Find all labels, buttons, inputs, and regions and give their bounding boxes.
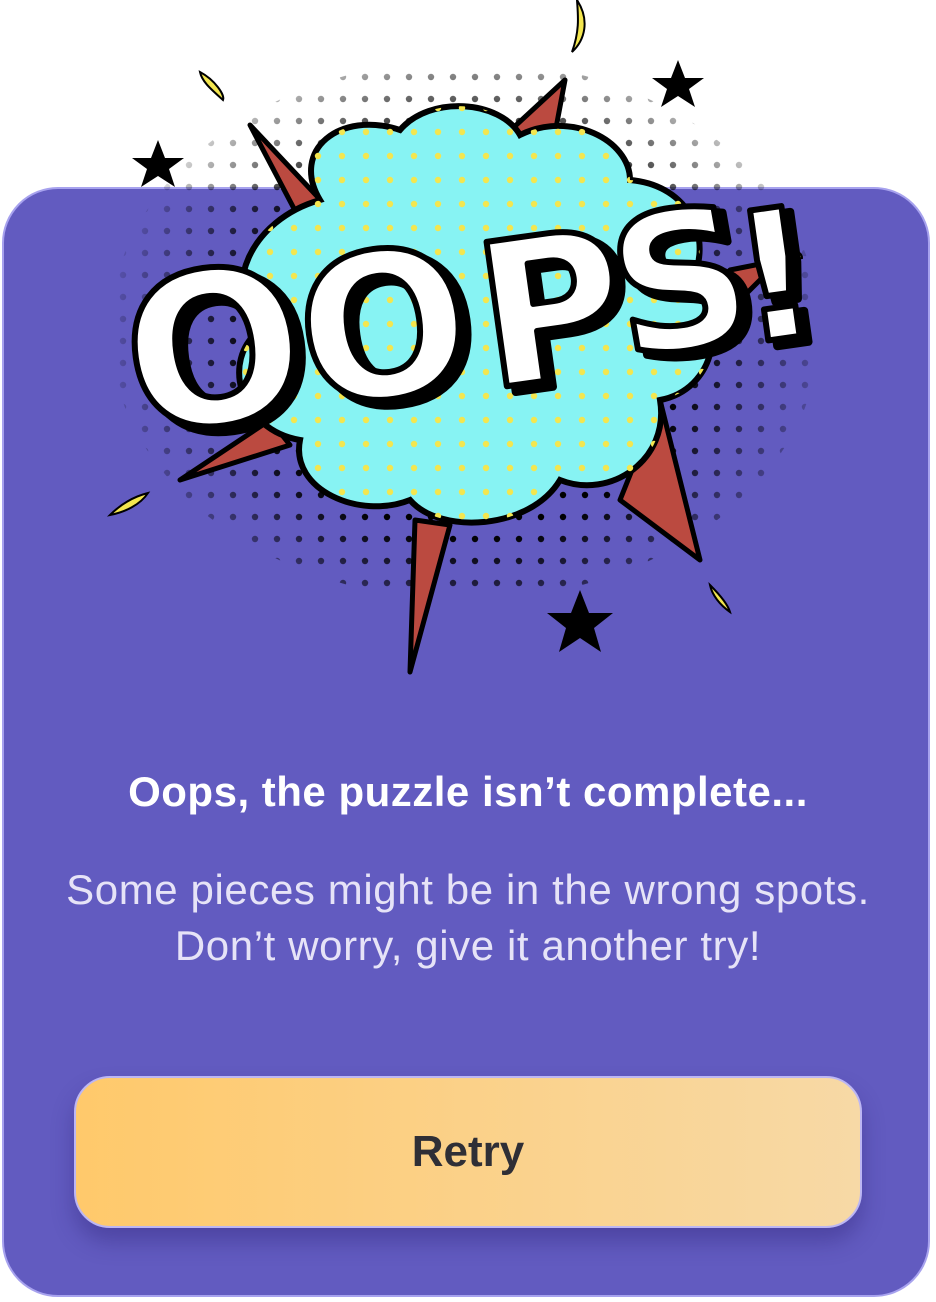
retry-button-label: Retry [411,1127,525,1176]
oops-illustration: O O O O P P S S ! ! [106,0,843,675]
dialog-message: Some pieces might be in the wrong spots.… [66,866,870,969]
svg-text:O: O [284,201,485,455]
dialog-title: Oops, the puzzle isn’t complete... [128,768,808,815]
retry-button[interactable]: Retry [74,1076,862,1228]
